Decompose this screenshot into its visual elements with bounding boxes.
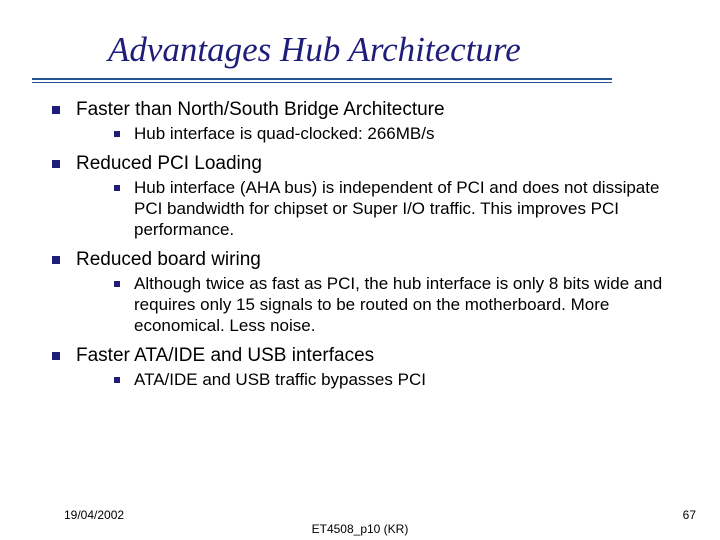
sub-list: Although twice as fast as PCI, the hub i… [114, 274, 680, 336]
bullet-text: Reduced board wiring [76, 248, 680, 272]
slide-body: Faster than North/South Bridge Architect… [52, 98, 680, 399]
square-bullet-icon [52, 256, 60, 264]
square-bullet-icon [52, 352, 60, 360]
square-bullet-icon [114, 131, 120, 137]
footer-date: 19/04/2002 [64, 508, 124, 522]
footer-page-number: 67 [683, 508, 696, 522]
bullet-lvl1: Faster ATA/IDE and USB interfaces [52, 344, 680, 368]
bullet-lvl1: Reduced board wiring [52, 248, 680, 272]
bullet-lvl2: ATA/IDE and USB traffic bypasses PCI [114, 370, 680, 391]
footer-center: ET4508_p10 (KR) [0, 522, 720, 536]
sub-list: Hub interface (AHA bus) is independent o… [114, 178, 680, 240]
square-bullet-icon [114, 281, 120, 287]
title-underline [32, 78, 612, 84]
slide: Advantages Hub Architecture Faster than … [0, 0, 720, 540]
bullet-text: Hub interface is quad-clocked: 266MB/s [134, 124, 680, 145]
sub-list: ATA/IDE and USB traffic bypasses PCI [114, 370, 680, 391]
bullet-text: ATA/IDE and USB traffic bypasses PCI [134, 370, 680, 391]
bullet-text: Reduced PCI Loading [76, 152, 680, 176]
bullet-text: Hub interface (AHA bus) is independent o… [134, 178, 680, 240]
sub-list: Hub interface is quad-clocked: 266MB/s [114, 124, 680, 145]
square-bullet-icon [114, 377, 120, 383]
bullet-lvl2: Hub interface (AHA bus) is independent o… [114, 178, 680, 240]
square-bullet-icon [52, 160, 60, 168]
bullet-text: Faster than North/South Bridge Architect… [76, 98, 680, 122]
bullet-lvl2: Although twice as fast as PCI, the hub i… [114, 274, 680, 336]
bullet-lvl1: Reduced PCI Loading [52, 152, 680, 176]
bullet-lvl2: Hub interface is quad-clocked: 266MB/s [114, 124, 680, 145]
square-bullet-icon [52, 106, 60, 114]
bullet-lvl1: Faster than North/South Bridge Architect… [52, 98, 680, 122]
square-bullet-icon [114, 185, 120, 191]
bullet-text: Although twice as fast as PCI, the hub i… [134, 274, 680, 336]
bullet-text: Faster ATA/IDE and USB interfaces [76, 344, 680, 368]
slide-title: Advantages Hub Architecture [0, 0, 720, 69]
